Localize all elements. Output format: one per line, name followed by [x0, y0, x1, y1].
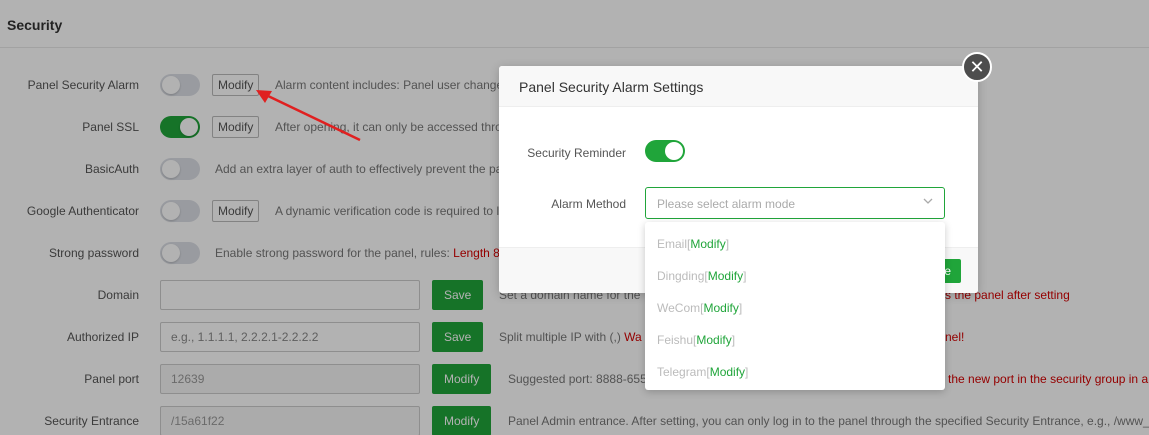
- close-glyph: ✕: [969, 57, 985, 77]
- dropdown-item-email[interactable]: Email[Modify]: [657, 228, 729, 260]
- modal-header: Panel Security Alarm Settings: [499, 66, 978, 107]
- dropdown-item-telegram[interactable]: Telegram[Modify]: [657, 356, 748, 388]
- security-reminder-toggle[interactable]: [645, 140, 685, 162]
- dropdown-item-modify-link[interactable]: Modify: [703, 301, 738, 315]
- dropdown-item-label: Telegram: [657, 365, 707, 379]
- dropdown-item-dingding[interactable]: Dingding[Modify]: [657, 260, 746, 292]
- security-reminder-label: Security Reminder: [527, 146, 626, 160]
- dropdown-item-modify-link[interactable]: Modify: [696, 333, 731, 347]
- dropdown-item-label: Email: [657, 237, 688, 251]
- alarm-method-dropdown: Email[Modify] Dingding[Modify] WeCom[Mod…: [645, 222, 945, 390]
- dropdown-item-label: WeCom: [657, 301, 701, 315]
- alarm-method-select[interactable]: Please select alarm mode: [645, 187, 945, 219]
- dropdown-item-modify-link[interactable]: Modify: [708, 269, 743, 283]
- dropdown-item-feishu[interactable]: Feishu[Modify]: [657, 324, 735, 356]
- alarm-method-label: Alarm Method: [551, 197, 626, 211]
- dropdown-item-modify-link[interactable]: Modify: [710, 365, 745, 379]
- chevron-down-icon: [922, 195, 934, 210]
- dropdown-item-wecom[interactable]: WeCom[Modify]: [657, 292, 742, 324]
- dropdown-item-label: Feishu: [657, 333, 694, 347]
- modal-title: Panel Security Alarm Settings: [519, 79, 704, 95]
- close-icon[interactable]: ✕: [962, 52, 992, 82]
- dropdown-item-label: Dingding: [657, 269, 705, 283]
- dropdown-item-modify-link[interactable]: Modify: [690, 237, 725, 251]
- alarm-method-placeholder: Please select alarm mode: [657, 197, 796, 211]
